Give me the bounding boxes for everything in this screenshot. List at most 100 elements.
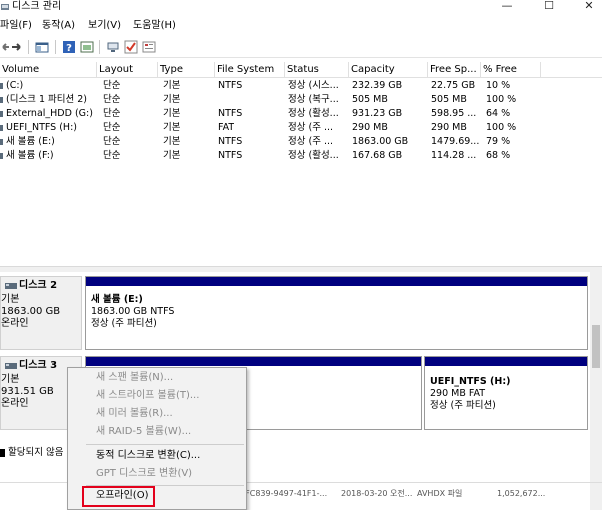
volume-name: 새 볼륨 (F:) [6,150,54,161]
cell-capacity: 931.23 GB [352,108,403,119]
table-row[interactable]: External_HDD (G:) 단순 기본 NTFS 정상 (활성... 931.23… [0,107,602,121]
check-icon[interactable] [124,40,138,54]
menu-item-new-mirrored-volume[interactable]: 새 미러 볼륨(R)... [96,406,173,422]
forward-arrow-icon[interactable] [11,40,23,54]
console-tree-icon[interactable] [35,40,49,54]
volume-icon [0,110,3,117]
cell-layout: 단순 [103,136,121,147]
volume-name: (C:) [6,80,24,91]
maximize-button[interactable]: ☐ [532,0,566,12]
volume-icon [0,124,3,131]
context-menu-separator [86,444,244,445]
partition-uefi-ntfs-h[interactable]: UEFI_NTFS (H:) 290 MB FAT 정상 (주 파티션) [424,356,588,430]
disk-3-type: 기본 [1,374,20,385]
cell-volume: (디스크 1 파티션 2) [0,93,87,107]
cell-volume: 새 볼륨 (E:) [0,135,55,149]
table-row[interactable]: UEFI_NTFS (H:) 단순 기본 FAT 정상 (주 ... 290 MB 290 … [0,121,602,135]
menu-item-new-raid5-volume[interactable]: 새 RAID-5 볼륨(W)... [96,424,191,440]
menu-item-new-spanned-volume[interactable]: 새 스팬 볼륨(N)... [96,370,173,386]
help-icon[interactable]: ? [62,40,76,54]
partition-bar [86,277,587,286]
cell-status: 정상 (주 ... [288,122,334,133]
column-layout[interactable]: Layout [97,62,158,77]
cell-capacity: 290 MB [352,122,388,133]
connect-icon[interactable] [106,40,120,54]
column-free-space[interactable]: Free Sp... [428,62,481,77]
partition-status: 정상 (주 파티션) [91,318,157,329]
volume-icon [0,96,3,103]
cell-type: 기본 [163,108,181,119]
cell-free-space: 505 MB [431,94,467,105]
toolbar-separator [28,40,29,54]
cell-layout: 단순 [103,150,121,161]
toolbar-separator [99,40,100,54]
cell-percent-free: 100 % [486,122,517,133]
svg-text:?: ? [66,43,72,54]
volume-name: 새 볼륨 (E:) [6,136,55,147]
menu-view[interactable]: 보기(V) [88,18,121,34]
table-row[interactable]: (C:) 단순 기본 NTFS 정상 (시스... 232.39 GB 22.75 GB 10… [0,79,602,93]
unallocated-legend-swatch [0,449,5,457]
column-file-system[interactable]: File System [215,62,285,77]
cell-type: 기본 [163,122,181,133]
bottom-row-type: AVHDX 파일 [417,489,463,498]
vertical-scrollbar[interactable] [590,272,602,510]
menu-action[interactable]: 동작(A) [42,18,75,34]
disk-2-name: 디스크 2 [19,280,58,291]
cell-percent-free: 100 % [486,94,517,105]
disk-icon [5,362,17,374]
app-icon [0,2,10,12]
cell-volume: UEFI_NTFS (H:) [0,121,77,135]
column-volume[interactable]: Volume [0,62,97,77]
cell-status: 정상 (주 ... [288,136,334,147]
menu-item-new-striped-volume[interactable]: 새 스트라이프 볼륨(T)... [96,388,199,404]
disk-2-type: 기본 [1,294,20,305]
disk-2-label[interactable]: 디스크 2 기본 1863.00 GB 온라인 [0,276,82,350]
back-arrow-icon[interactable] [0,40,10,54]
volume-name: UEFI_NTFS (H:) [6,122,77,133]
disk-icon [5,282,17,294]
table-row[interactable]: 새 볼륨 (E:) 단순 기본 NTFS 정상 (주 ... 1863.00 GB 1479… [0,135,602,149]
menu-item-convert-to-gpt[interactable]: GPT 디스크로 변환(V) [96,466,192,482]
cell-volume: (C:) [0,79,23,93]
settings-icon[interactable] [142,40,156,54]
cell-volume: External_HDD (G:) [0,107,93,121]
table-row[interactable]: 새 볼륨 (F:) 단순 기본 NTFS 정상 (활성... 167.68 GB 114.2… [0,149,602,163]
minimize-button[interactable]: — [490,0,524,12]
volume-icon [0,138,3,145]
menu-item-convert-to-dynamic[interactable]: 동적 디스크로 변환(C)... [96,448,200,464]
bottom-row-id: E3FC839-9497-41F1-... [235,489,328,498]
column-capacity[interactable]: Capacity [349,62,428,77]
cell-layout: 단순 [103,108,121,119]
cell-type: 기본 [163,150,181,161]
properties-icon[interactable] [80,40,94,54]
volume-name: External_HDD (G:) [6,108,93,119]
volume-name: (디스크 1 파티션 2) [6,94,88,105]
close-button[interactable]: ✕ [572,0,602,12]
scrollbar-thumb[interactable] [592,325,600,368]
offline-highlight-box [82,486,155,507]
cell-file-system: NTFS [218,150,243,161]
column-percent-free[interactable]: % Free [481,62,541,77]
partition-size: 1863.00 GB NTFS [91,306,175,317]
cell-type: 기본 [163,136,181,147]
cell-capacity: 1863.00 GB [352,136,409,147]
table-row[interactable]: (디스크 1 파티션 2) 단순 기본 정상 (복구... 505 MB 505 MB 10… [0,93,602,107]
cell-capacity: 232.39 GB [352,80,403,91]
cell-type: 기본 [163,80,181,91]
disk-3-name: 디스크 3 [19,360,58,371]
partition-new-volume-e[interactable]: 새 볼륨 (E:) 1863.00 GB NTFS 정상 (주 파티션) [85,276,588,350]
menu-help[interactable]: 도움말(H) [133,18,176,34]
disk-2-state: 온라인 [1,318,29,329]
partition-name: UEFI_NTFS (H:) [430,376,511,387]
bottom-row-size: 1,052,672... [497,489,546,498]
unallocated-legend-label: 할당되지 않음 [8,447,64,458]
disk-3-size: 931.51 GB [1,386,54,397]
menu-file[interactable]: 파일(F) [0,18,32,34]
partition-bar [86,357,421,366]
partition-bar [425,357,587,366]
column-type[interactable]: Type [158,62,215,77]
column-status[interactable]: Status [285,62,349,77]
cell-file-system: NTFS [218,136,243,147]
cell-percent-free: 10 % [486,80,511,91]
